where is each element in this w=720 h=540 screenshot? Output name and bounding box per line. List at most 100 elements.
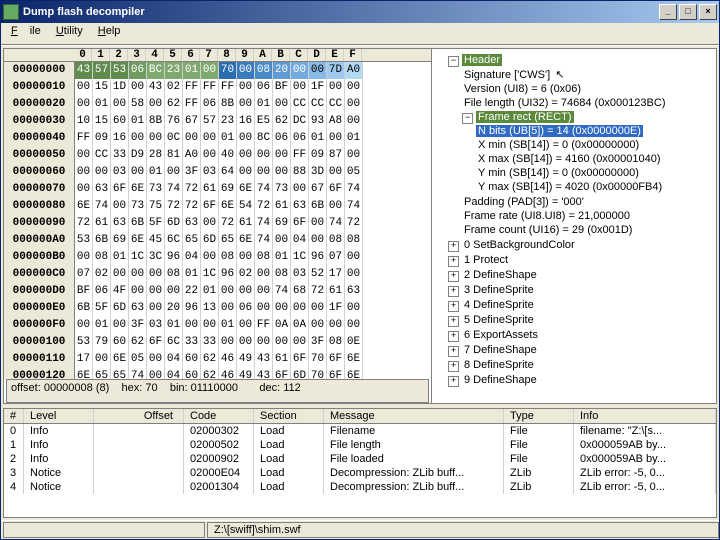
hex-byte[interactable]: 00 <box>237 79 255 96</box>
hex-byte[interactable]: 16 <box>111 130 129 147</box>
hex-byte[interactable]: 00 <box>75 164 93 181</box>
log-row[interactable]: 2Info02000902LoadFile loadedFile0x000059… <box>4 452 716 466</box>
tree-frame-count[interactable]: Frame count (UI16) = 29 (0x001D) <box>462 224 634 236</box>
col-offset[interactable]: Offset <box>94 409 184 423</box>
hex-byte[interactable]: 6B <box>309 198 327 215</box>
hex-byte[interactable]: BF <box>273 79 291 96</box>
hex-byte[interactable]: 6B <box>129 215 147 232</box>
hex-byte[interactable]: 52 <box>309 266 327 283</box>
hex-byte[interactable]: FF <box>219 79 237 96</box>
hex-byte[interactable]: 00 <box>273 232 291 249</box>
hex-byte[interactable]: A0 <box>345 62 363 79</box>
hex-byte[interactable]: 68 <box>291 283 309 300</box>
menu-utility[interactable]: Utility <box>50 25 89 37</box>
hex-byte[interactable]: 00 <box>147 96 165 113</box>
hex-byte[interactable]: 62 <box>201 368 219 379</box>
hex-byte[interactable]: 00 <box>327 130 345 147</box>
hex-byte[interactable]: 08 <box>273 266 291 283</box>
hex-byte[interactable]: 00 <box>237 334 255 351</box>
tree-tag[interactable]: 2 DefineShape <box>462 269 539 281</box>
hex-byte[interactable]: 4F <box>111 283 129 300</box>
hex-byte[interactable]: 6E <box>129 181 147 198</box>
hex-byte[interactable]: FF <box>75 130 93 147</box>
close-button[interactable]: × <box>699 4 717 20</box>
hex-byte[interactable]: 6F <box>291 351 309 368</box>
hex-byte[interactable]: 01 <box>165 317 183 334</box>
hex-byte[interactable]: A8 <box>327 113 345 130</box>
tree-nbits[interactable]: N bits (UB[5]) = 14 (0x0000000E) <box>476 125 643 137</box>
hex-byte[interactable]: 04 <box>291 232 309 249</box>
titlebar[interactable]: Dump flash decompiler _ □ × <box>1 1 719 23</box>
hex-byte[interactable]: 6F <box>291 215 309 232</box>
hex-byte[interactable]: 69 <box>273 215 291 232</box>
hex-byte[interactable]: 6C <box>165 334 183 351</box>
hex-row[interactable]: 0000000043575306BC2301007000082000007DA0 <box>4 62 431 79</box>
hex-byte[interactable]: 00 <box>345 113 363 130</box>
hex-byte[interactable]: FF <box>201 79 219 96</box>
hex-byte[interactable]: 81 <box>165 147 183 164</box>
hex-byte[interactable]: 54 <box>237 198 255 215</box>
hex-byte[interactable]: 76 <box>165 113 183 130</box>
hex-byte[interactable]: 65 <box>183 232 201 249</box>
hex-col[interactable]: 2 <box>110 49 128 61</box>
hex-byte[interactable]: 28 <box>147 147 165 164</box>
hex-byte[interactable]: 40 <box>219 147 237 164</box>
hex-byte[interactable]: 00 <box>255 283 273 300</box>
hex-byte[interactable]: 00 <box>309 215 327 232</box>
hex-byte[interactable]: 0A <box>291 317 309 334</box>
hex-byte[interactable]: 09 <box>93 130 111 147</box>
hex-byte[interactable]: 0A <box>273 317 291 334</box>
hex-byte[interactable]: 00 <box>273 334 291 351</box>
hex-byte[interactable]: 60 <box>111 113 129 130</box>
col-n[interactable]: # <box>4 409 24 423</box>
hex-byte[interactable]: 00 <box>75 317 93 334</box>
expand-icon[interactable]: + <box>448 301 459 312</box>
hex-byte[interactable]: 00 <box>255 334 273 351</box>
hex-col[interactable]: 3 <box>128 49 146 61</box>
hex-byte[interactable]: 1F <box>309 79 327 96</box>
hex-byte[interactable]: 01 <box>345 130 363 147</box>
hex-byte[interactable]: 15 <box>93 79 111 96</box>
hex-byte[interactable]: 96 <box>219 266 237 283</box>
hex-byte[interactable]: 74 <box>327 215 345 232</box>
hex-byte[interactable]: 00 <box>273 300 291 317</box>
hex-byte[interactable]: 6F <box>327 181 345 198</box>
hex-byte[interactable]: 60 <box>183 351 201 368</box>
hex-byte[interactable]: 06 <box>255 79 273 96</box>
hex-row[interactable]: 000000806E7400737572726F6E547261636B0074 <box>4 198 431 215</box>
hex-col[interactable]: C <box>290 49 308 61</box>
hex-byte[interactable]: 87 <box>327 147 345 164</box>
hex-byte[interactable]: 00 <box>219 283 237 300</box>
hex-byte[interactable]: 72 <box>309 283 327 300</box>
hex-byte[interactable]: 74 <box>255 181 273 198</box>
hex-byte[interactable]: 05 <box>129 351 147 368</box>
tree-frame-rate[interactable]: Frame rate (UI8.UI8) = 21,000000 <box>462 210 632 222</box>
hex-byte[interactable]: 6C <box>165 232 183 249</box>
tree-tag[interactable]: 3 DefineSprite <box>462 284 536 296</box>
hex-byte[interactable]: 01 <box>111 249 129 266</box>
hex-byte[interactable]: 1C <box>201 266 219 283</box>
hex-byte[interactable]: 3F <box>309 334 327 351</box>
hex-byte[interactable]: 33 <box>201 334 219 351</box>
hex-byte[interactable]: E5 <box>255 113 273 130</box>
col-type[interactable]: Type <box>504 409 574 423</box>
hex-byte[interactable]: 61 <box>273 198 291 215</box>
hex-byte[interactable]: 17 <box>75 351 93 368</box>
hex-row[interactable]: 000001206E656574000460624649436F6D706F6E <box>4 368 431 379</box>
hex-byte[interactable]: 6B <box>75 300 93 317</box>
hex-byte[interactable]: 00 <box>345 266 363 283</box>
hex-byte[interactable]: 6E <box>219 198 237 215</box>
hex-byte[interactable]: 08 <box>93 249 111 266</box>
hex-byte[interactable]: 23 <box>219 113 237 130</box>
hex-byte[interactable]: 00 <box>327 79 345 96</box>
hex-byte[interactable]: 74 <box>129 368 147 379</box>
hex-byte[interactable]: FF <box>183 96 201 113</box>
hex-byte[interactable]: 46 <box>219 351 237 368</box>
hex-byte[interactable]: 00 <box>147 351 165 368</box>
hex-byte[interactable]: 23 <box>165 62 183 79</box>
hex-byte[interactable]: 6D <box>201 232 219 249</box>
hex-byte[interactable]: 06 <box>129 62 147 79</box>
hex-byte[interactable]: 00 <box>201 215 219 232</box>
hex-byte[interactable]: 15 <box>93 113 111 130</box>
hex-byte[interactable]: 53 <box>111 62 129 79</box>
